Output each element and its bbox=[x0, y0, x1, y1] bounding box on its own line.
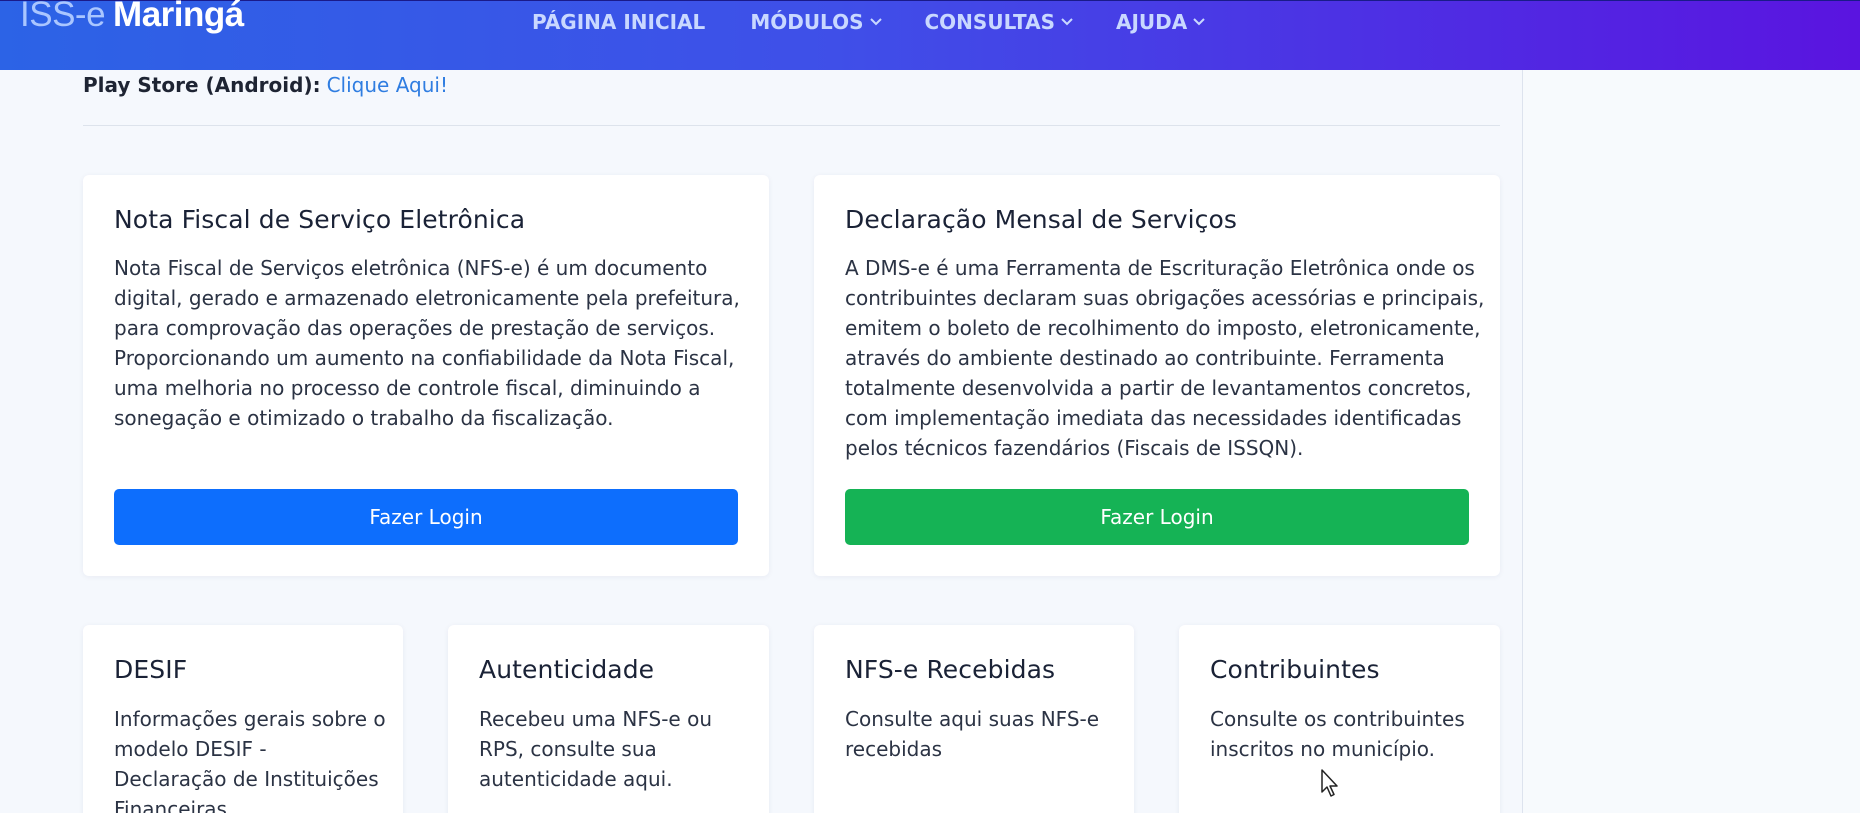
divider bbox=[83, 125, 1500, 126]
description-line: recebidas bbox=[845, 737, 943, 761]
nav-ajuda[interactable]: AJUDA bbox=[1115, 10, 1205, 34]
play-store-label: Play Store (Android): bbox=[83, 73, 321, 97]
card-title: Autenticidade bbox=[479, 655, 655, 684]
card-description: Recebeu uma NFS-e ou RPS, consulte sua a… bbox=[479, 704, 759, 794]
chevron-down-icon bbox=[1193, 17, 1205, 27]
card-description: Consulte aqui suas NFS-e recebidas bbox=[845, 704, 1125, 764]
card-desif[interactable]: DESIF Informações gerais sobre o modelo … bbox=[83, 625, 403, 813]
nav-modulos[interactable]: MÓDULOS bbox=[750, 10, 882, 34]
description-line: Informações gerais sobre o bbox=[114, 707, 386, 731]
description-line: pelos técnicos fazendários (Fiscais de I… bbox=[845, 436, 1304, 460]
button-label: Fazer Login bbox=[369, 505, 483, 529]
card-dmse: Declaração Mensal de Serviços A DMS-e é … bbox=[814, 175, 1500, 576]
description-line: sonegação e otimizado o trabalho da fisc… bbox=[114, 406, 614, 430]
description-line: Declaração de Instituições bbox=[114, 767, 379, 791]
top-navbar: ISS-e Maringá PÁGINA INICIAL MÓDULOS CONS… bbox=[0, 0, 1860, 70]
chevron-down-icon bbox=[869, 17, 882, 27]
description-line: Recebeu uma NFS-e ou bbox=[479, 707, 713, 731]
nav-label: MÓDULOS bbox=[750, 10, 864, 34]
chevron-down-icon bbox=[1061, 17, 1073, 27]
card-description: Informações gerais sobre o modelo DESIF … bbox=[114, 704, 394, 813]
description-line: com implementação imediata das necessida… bbox=[845, 406, 1462, 430]
description-line: Proporcionando um aumento na confiabilid… bbox=[114, 346, 735, 370]
description-line: RPS, consulte sua bbox=[479, 737, 657, 761]
nav-label: AJUDA bbox=[1115, 10, 1188, 34]
card-description: Nota Fiscal de Serviços eletrônica (NFS-… bbox=[114, 253, 754, 433]
card-autenticidade[interactable]: Autenticidade Recebeu uma NFS-e ou RPS, … bbox=[448, 625, 769, 813]
nav-label: CONSULTAS bbox=[924, 10, 1055, 34]
brand-logo[interactable]: ISS-e Maringá bbox=[20, 0, 244, 35]
nav-label: PÁGINA INICIAL bbox=[532, 10, 706, 34]
description-line: totalmente desenvolvida a partir de leva… bbox=[845, 376, 1472, 400]
card-title: NFS-e Recebidas bbox=[845, 655, 1056, 684]
main-nav: PÁGINA INICIAL MÓDULOS CONSULTAS AJUDA bbox=[532, 1, 1248, 43]
description-line: contribuintes declaram suas obrigações a… bbox=[845, 286, 1485, 310]
description-line: uma melhoria no processo de controle fis… bbox=[114, 376, 701, 400]
card-description: A DMS-e é uma Ferramenta de Escrituração… bbox=[845, 253, 1485, 463]
description-line: modelo DESIF - bbox=[114, 737, 267, 761]
description-line: Consulte os contribuintes bbox=[1210, 707, 1465, 731]
description-line: através do ambiente destinado ao contrib… bbox=[845, 346, 1445, 370]
play-store-link[interactable]: Clique Aqui! bbox=[327, 73, 448, 97]
mouse-cursor-icon bbox=[1320, 768, 1342, 798]
description-line: Consulte aqui suas NFS-e bbox=[845, 707, 1100, 731]
nav-pagina-inicial[interactable]: PÁGINA INICIAL bbox=[532, 10, 705, 34]
description-line: inscritos no município. bbox=[1210, 737, 1435, 761]
card-nfse: Nota Fiscal de Serviço Eletrônica Nota F… bbox=[83, 175, 769, 576]
description-line: emitem o boleto de recolhimento do impos… bbox=[845, 316, 1481, 340]
description-line: digital, gerado e armazenado eletronicam… bbox=[114, 286, 740, 310]
card-title: Nota Fiscal de Serviço Eletrônica bbox=[114, 205, 526, 234]
card-title: Declaração Mensal de Serviços bbox=[845, 205, 1238, 234]
description-line: para comprovação das operações de presta… bbox=[114, 316, 716, 340]
page: ISS-e Maringá PÁGINA INICIAL MÓDULOS CONS… bbox=[0, 0, 1860, 813]
button-label: Fazer Login bbox=[1100, 505, 1214, 529]
card-nfse-recebidas[interactable]: NFS-e Recebidas Consulte aqui suas NFS-e… bbox=[814, 625, 1134, 813]
card-title: DESIF bbox=[114, 655, 188, 684]
sidebar-divider bbox=[1522, 70, 1523, 813]
brand-name: Maringá bbox=[113, 0, 244, 34]
card-title: Contribuintes bbox=[1210, 655, 1380, 684]
nav-consultas[interactable]: CONSULTAS bbox=[924, 10, 1073, 34]
card-description: Consulte os contribuintes inscritos no m… bbox=[1210, 704, 1490, 764]
nfse-login-button[interactable]: Fazer Login bbox=[114, 489, 738, 545]
right-sidebar bbox=[1523, 70, 1860, 813]
description-line: Nota Fiscal de Serviços eletrônica (NFS-… bbox=[114, 256, 708, 280]
brand-prefix: ISS-e bbox=[20, 0, 106, 34]
description-line: A DMS-e é uma Ferramenta de Escrituração… bbox=[845, 256, 1475, 280]
play-store-line: Play Store (Android): Clique Aqui! bbox=[83, 73, 448, 97]
dmse-login-button[interactable]: Fazer Login bbox=[845, 489, 1469, 545]
description-line: autenticidade aqui. bbox=[479, 767, 673, 791]
description-line: Financeiras bbox=[114, 797, 227, 813]
